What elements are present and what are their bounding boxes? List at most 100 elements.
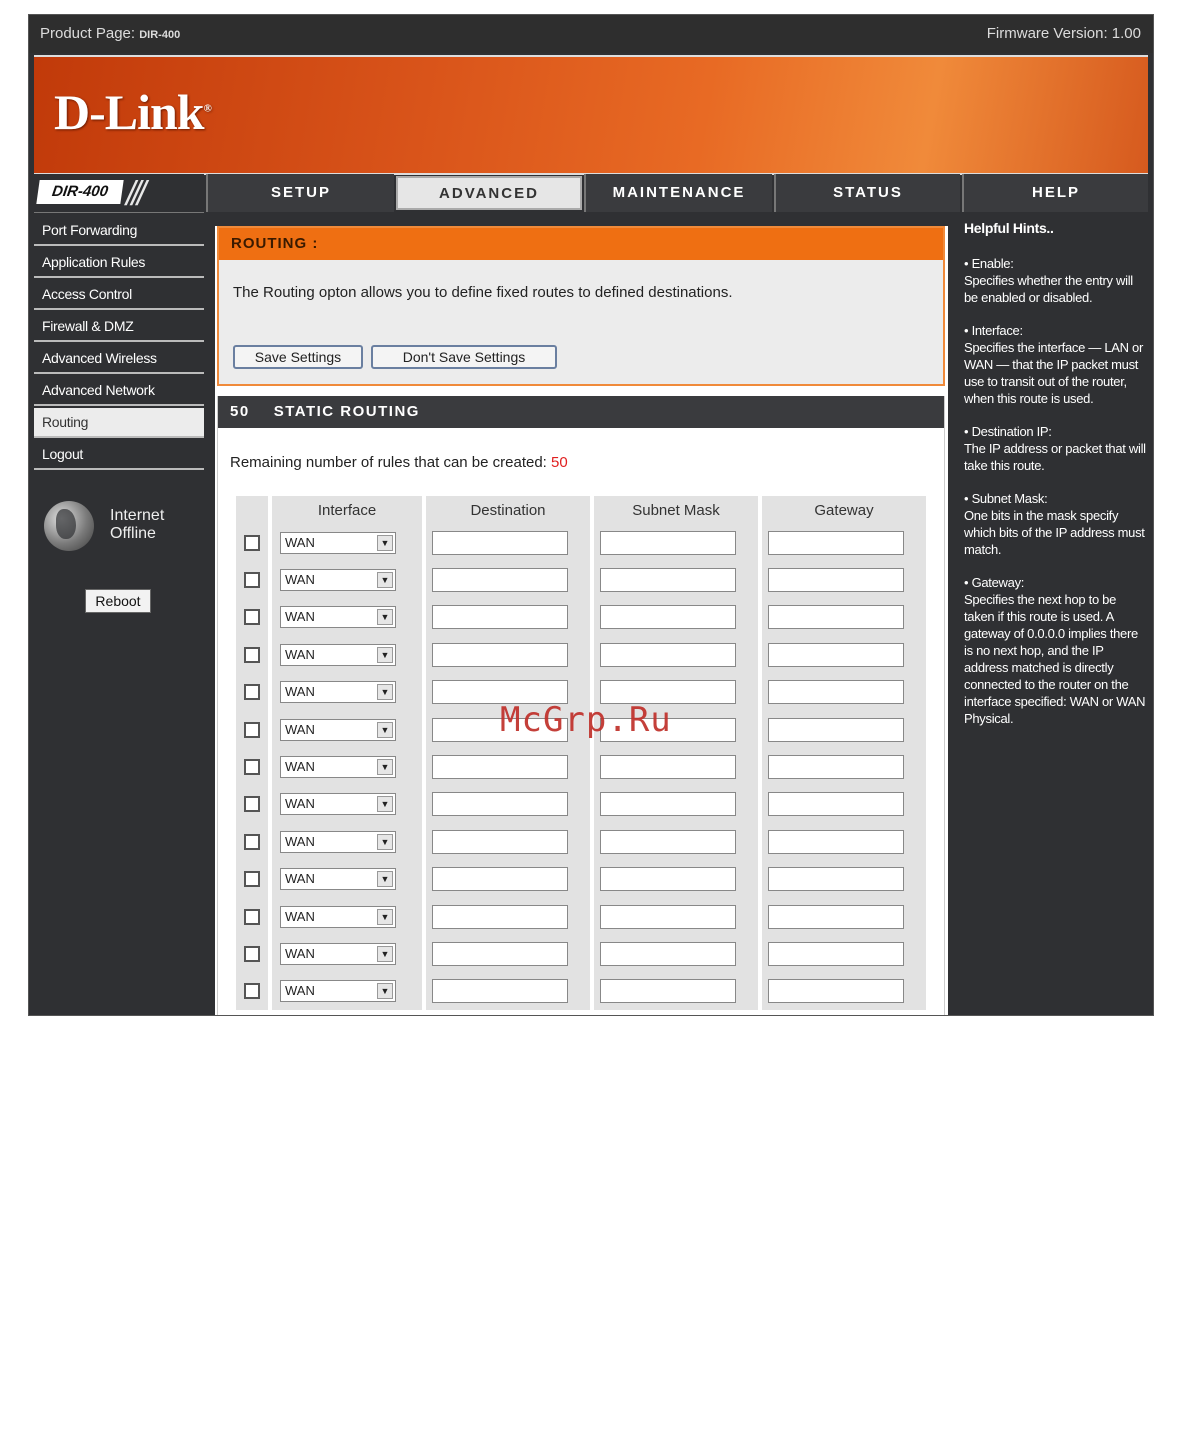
interface-select[interactable]: WAN ▼ — [280, 980, 396, 1003]
save-settings-button[interactable]: Save Settings — [233, 345, 363, 369]
dropdown-arrow-icon[interactable]: ▼ — [377, 572, 393, 589]
subnet-mask-input[interactable] — [600, 642, 736, 667]
subnet-mask-input[interactable] — [600, 904, 736, 929]
interface-select[interactable]: WAN ▼ — [280, 718, 396, 741]
sidebar-item-firewall-dmz[interactable]: Firewall & DMZ — [34, 312, 204, 342]
dropdown-arrow-icon[interactable]: ▼ — [377, 796, 393, 813]
enable-checkbox[interactable] — [244, 646, 260, 663]
enable-checkbox[interactable] — [244, 572, 260, 589]
interface-select[interactable]: WAN ▼ — [280, 942, 396, 965]
enable-checkbox[interactable] — [244, 908, 260, 925]
sidebar-item-routing[interactable]: Routing — [34, 408, 204, 438]
subnet-mask-input[interactable] — [600, 979, 736, 1004]
dropdown-arrow-icon[interactable]: ▼ — [377, 534, 393, 551]
gateway-input[interactable] — [768, 792, 904, 817]
interface-select[interactable]: WAN ▼ — [280, 531, 396, 554]
dropdown-arrow-icon[interactable]: ▼ — [377, 759, 393, 776]
dropdown-arrow-icon[interactable]: ▼ — [377, 646, 393, 663]
dropdown-arrow-icon[interactable]: ▼ — [377, 983, 393, 1000]
destination-input[interactable] — [432, 605, 568, 630]
sidebar-item-port-forwarding[interactable]: Port Forwarding — [34, 216, 204, 246]
subnet-mask-input[interactable] — [600, 605, 736, 630]
interface-select[interactable]: WAN ▼ — [280, 793, 396, 816]
enable-checkbox[interactable] — [244, 945, 260, 962]
sidebar-item-advanced-network[interactable]: Advanced Network — [34, 376, 204, 406]
gateway-input[interactable] — [768, 829, 904, 854]
model-badge: DIR-400 /// — [34, 174, 204, 213]
gateway-input[interactable] — [768, 755, 904, 780]
sidebar-item-advanced-wireless[interactable]: Advanced Wireless — [34, 344, 204, 374]
gateway-input[interactable] — [768, 568, 904, 593]
interface-select[interactable]: WAN ▼ — [280, 681, 396, 704]
dropdown-arrow-icon[interactable]: ▼ — [377, 684, 393, 701]
gateway-input[interactable] — [768, 867, 904, 892]
destination-input[interactable] — [432, 792, 568, 817]
destination-input[interactable] — [432, 867, 568, 892]
interface-select[interactable]: WAN ▼ — [280, 868, 396, 891]
gateway-input[interactable] — [768, 642, 904, 667]
gateway-input[interactable] — [768, 717, 904, 742]
enable-checkbox[interactable] — [244, 871, 260, 888]
reboot-button[interactable]: Reboot — [85, 589, 151, 613]
tab-maintenance[interactable]: MAINTENANCE — [584, 174, 772, 212]
subnet-mask-input[interactable] — [600, 941, 736, 966]
destination-input[interactable] — [432, 979, 568, 1004]
dropdown-arrow-icon[interactable]: ▼ — [377, 908, 393, 925]
interface-select[interactable]: WAN ▼ — [280, 606, 396, 629]
gateway-input[interactable] — [768, 979, 904, 1004]
destination-input[interactable] — [432, 904, 568, 929]
subnet-mask-input[interactable] — [600, 530, 736, 555]
dropdown-arrow-icon[interactable]: ▼ — [377, 833, 393, 850]
gateway-input[interactable] — [768, 605, 904, 630]
tab-advanced[interactable]: ADVANCED — [396, 176, 582, 210]
gateway-input[interactable] — [768, 904, 904, 929]
interface-select[interactable]: WAN ▼ — [280, 830, 396, 853]
sidebar-item-access-control[interactable]: Access Control — [34, 280, 204, 310]
destination-input[interactable] — [432, 642, 568, 667]
gateway-input[interactable] — [768, 530, 904, 555]
remaining-rules: Remaining number of rules that can be cr… — [230, 454, 568, 471]
enable-checkbox[interactable] — [244, 721, 260, 738]
static-routing-count: 50 — [230, 403, 250, 420]
hint-destination-ip: • Destination IP: The IP address or packe… — [964, 424, 1146, 473]
gateway-input[interactable] — [768, 680, 904, 705]
enable-checkbox[interactable] — [244, 833, 260, 850]
subnet-mask-input[interactable] — [600, 568, 736, 593]
globe-icon — [44, 501, 94, 551]
enable-checkbox[interactable] — [244, 796, 260, 813]
destination-column-header: Destination — [426, 496, 590, 524]
subnet-mask-input[interactable] — [600, 829, 736, 854]
sidebar-item-logout[interactable]: Logout — [34, 440, 204, 470]
enable-checkbox[interactable] — [244, 534, 260, 551]
subnet-mask-column-header: Subnet Mask — [594, 496, 758, 524]
dont-save-settings-button[interactable]: Don't Save Settings — [371, 345, 557, 369]
dropdown-arrow-icon[interactable]: ▼ — [377, 721, 393, 738]
interface-select[interactable]: WAN ▼ — [280, 756, 396, 779]
dropdown-arrow-icon[interactable]: ▼ — [377, 871, 393, 888]
hint-gateway: • Gateway: Specifies the next hop to be t… — [964, 575, 1146, 726]
hint-interface: • Interface: Specifies the interface — LA… — [964, 323, 1143, 406]
subnet-mask-input[interactable] — [600, 792, 736, 817]
dropdown-arrow-icon[interactable]: ▼ — [377, 945, 393, 962]
interface-select[interactable]: WAN ▼ — [280, 569, 396, 592]
interface-select[interactable]: WAN ▼ — [280, 905, 396, 928]
subnet-mask-input[interactable] — [600, 867, 736, 892]
table-row: WAN ▼ — [236, 897, 926, 936]
subnet-mask-input[interactable] — [600, 755, 736, 780]
destination-input[interactable] — [432, 755, 568, 780]
gateway-input[interactable] — [768, 941, 904, 966]
enable-checkbox[interactable] — [244, 983, 260, 1000]
tab-setup[interactable]: SETUP — [206, 174, 394, 212]
destination-input[interactable] — [432, 568, 568, 593]
enable-checkbox[interactable] — [244, 609, 260, 626]
destination-input[interactable] — [432, 941, 568, 966]
destination-input[interactable] — [432, 829, 568, 854]
tab-help[interactable]: HELP — [962, 174, 1148, 212]
interface-select[interactable]: WAN ▼ — [280, 643, 396, 666]
tab-status[interactable]: STATUS — [774, 174, 960, 212]
destination-input[interactable] — [432, 530, 568, 555]
dropdown-arrow-icon[interactable]: ▼ — [377, 609, 393, 626]
enable-checkbox[interactable] — [244, 759, 260, 776]
enable-checkbox[interactable] — [244, 684, 260, 701]
sidebar-item-application-rules[interactable]: Application Rules — [34, 248, 204, 278]
